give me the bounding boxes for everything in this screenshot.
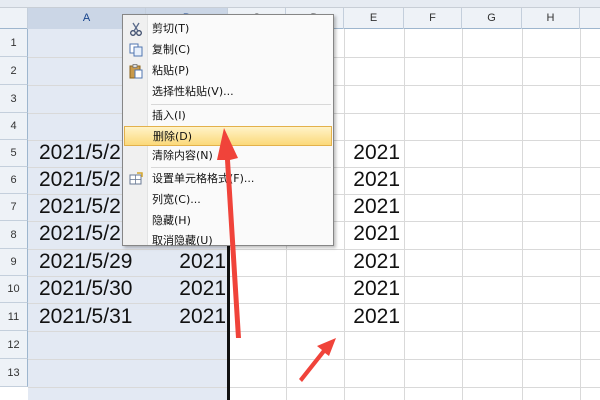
annotation-arrows: [217, 128, 336, 382]
arrow-up-icon: [217, 128, 241, 338]
arrow-diagonal-icon: [299, 338, 336, 382]
